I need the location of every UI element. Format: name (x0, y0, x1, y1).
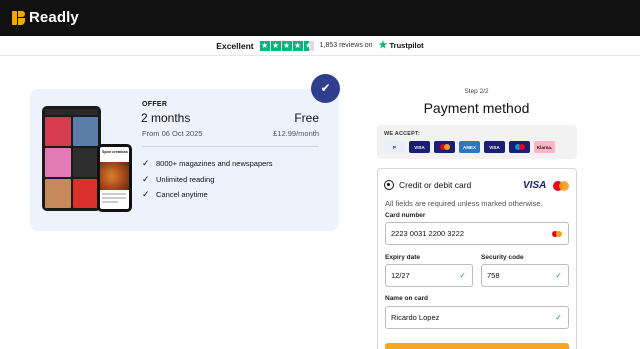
expiry-value: 12/27 (391, 271, 410, 280)
check-icon: ✓ (142, 158, 150, 169)
mastercard-logo (553, 181, 569, 191)
card-number-label: Card number (385, 212, 426, 219)
expiry-field[interactable]: 12/27 ✓ (385, 264, 473, 287)
expiry-label: Expiry date (385, 254, 421, 261)
check-icon: ✓ (142, 173, 150, 184)
rating-word: Excellent (216, 40, 254, 51)
check-icon: ✓ (142, 189, 150, 200)
card-number-value: 2223 0031 2200 3222 (391, 229, 464, 238)
readly-logo[interactable]: Readly (12, 9, 79, 26)
method-label[interactable]: Credit or debit card (399, 180, 471, 190)
phone-illustration: Spice creations (97, 144, 132, 212)
tablet-illustration (42, 106, 101, 211)
security-code-field[interactable]: 758 ✓ (481, 264, 569, 287)
accept-label: WE ACCEPT: (384, 131, 421, 137)
visa-logo: VISA (523, 180, 547, 191)
star-icon: ★ (292, 40, 303, 51)
list-item: ✓ 8000+ magazines and newspapers (142, 158, 273, 169)
visa-icon: VISA (484, 141, 505, 153)
step-indicator: Step 2/2 (464, 88, 489, 95)
list-item: ✓ Unlimited reading (142, 173, 215, 184)
offer-label: OFFER (142, 101, 168, 108)
trustpilot-bar[interactable]: Excellent ★ ★ ★ ★ ★ 1,853 reviews on ★ T… (0, 36, 640, 56)
half-star-icon: ★ (303, 40, 314, 51)
check-icon: ✔ (311, 74, 340, 103)
check-icon: ✓ (555, 271, 562, 280)
paypal-icon: P (384, 141, 405, 153)
american-express-icon: AMEX (459, 141, 480, 153)
readly-logo-icon (12, 10, 25, 25)
card-radio-button[interactable] (384, 180, 394, 190)
check-icon: ✓ (555, 313, 562, 322)
star-icon: ★ (281, 40, 292, 51)
rating-stars: ★ ★ ★ ★ ★ (259, 40, 314, 51)
mastercard-icon (434, 141, 455, 153)
review-count: 1,853 reviews on (319, 42, 373, 49)
top-navigation-bar: Readly (0, 0, 640, 36)
list-item: ✓ Cancel anytime (142, 189, 208, 200)
payment-method-logos: P VISA AMEX VISA Klarna. (384, 141, 555, 153)
security-code-value: 758 (487, 271, 500, 280)
check-icon: ✓ (459, 271, 466, 280)
name-on-card-label: Name on card (385, 295, 428, 302)
klarna-icon: Klarna. (534, 141, 555, 153)
security-code-label: Security code (481, 254, 524, 261)
page-title: Payment method (423, 100, 530, 116)
maestro-icon (509, 141, 530, 153)
brand-name: Readly (29, 9, 79, 26)
card-number-field[interactable]: 2223 0031 2200 3222 (385, 222, 569, 245)
star-icon: ★ (270, 40, 281, 51)
trustpilot-star-icon: ★ (378, 40, 388, 51)
required-note: All fields are required unless marked ot… (385, 199, 543, 208)
offer-start-date: From 06 Oct 2025 (142, 129, 203, 138)
star-icon: ★ (259, 40, 270, 51)
visa-icon: VISA (409, 141, 430, 153)
accepted-methods: WE ACCEPT: P VISA AMEX VISA Klarna. (377, 125, 577, 159)
offer-divider (142, 146, 319, 147)
name-on-card-value: Ricardo Lopez (391, 313, 440, 322)
trustpilot-logo: ★ Trustpilot (379, 40, 424, 51)
submit-button[interactable] (385, 343, 569, 349)
offer-price: Free (294, 111, 319, 125)
mastercard-icon (552, 231, 562, 237)
offer-regular-price: £12.99/month (273, 129, 319, 138)
offer-features: ✓ 8000+ magazines and newspapers ✓ Unlimit… (142, 156, 273, 203)
offer-duration: 2 months (141, 111, 191, 125)
name-on-card-field[interactable]: Ricardo Lopez ✓ (385, 306, 569, 329)
trustpilot-name: Trustpilot (389, 41, 424, 50)
